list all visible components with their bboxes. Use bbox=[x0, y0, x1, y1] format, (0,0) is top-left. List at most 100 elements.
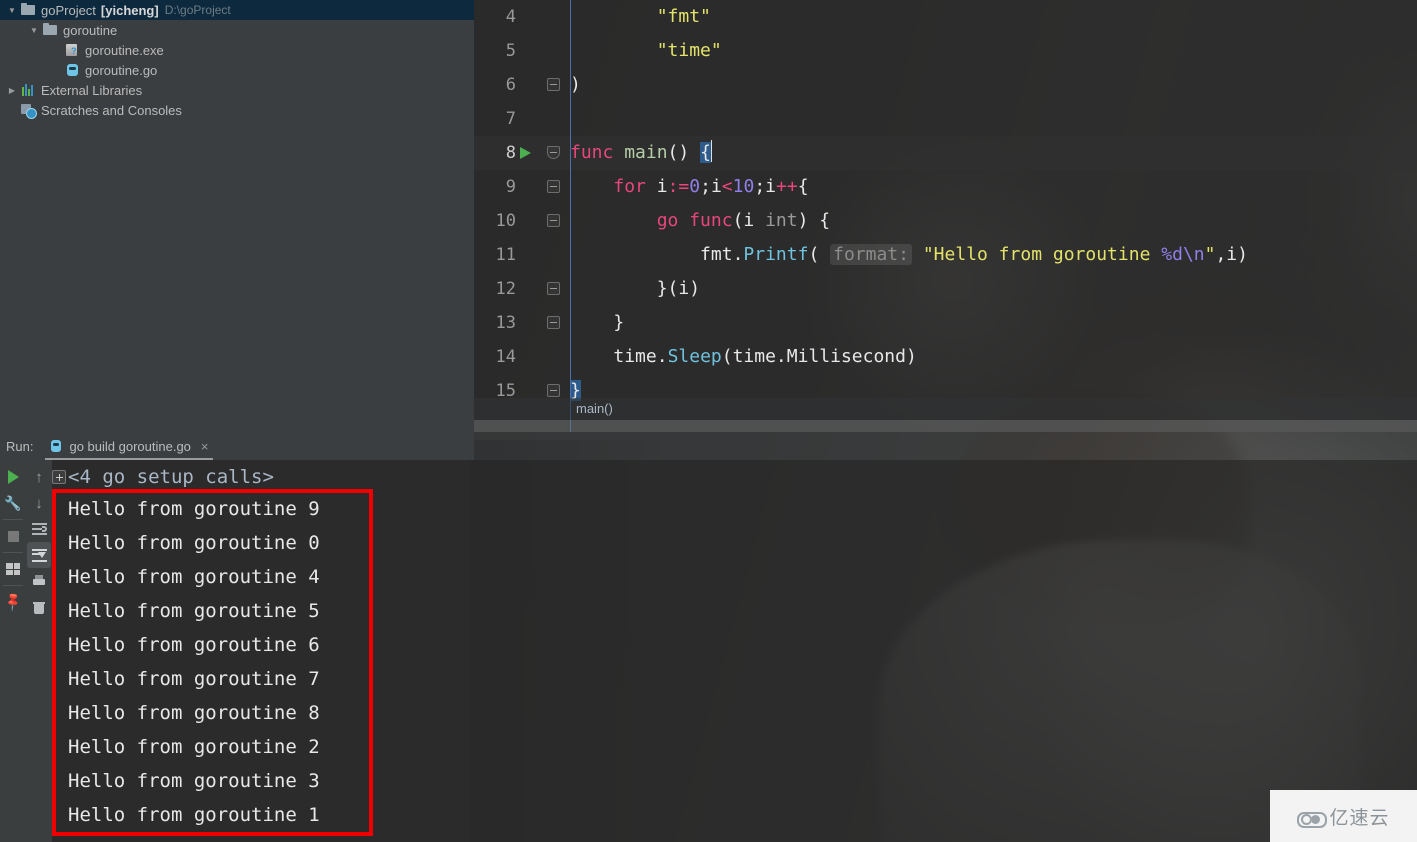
soft-wrap-button[interactable] bbox=[27, 516, 51, 542]
code-line[interactable]: 4 "fmt" bbox=[474, 0, 1417, 34]
layout-button[interactable] bbox=[1, 556, 25, 582]
code-fold-icon[interactable] bbox=[547, 384, 560, 397]
code-text: time.Sleep(time.Millisecond) bbox=[570, 340, 916, 374]
toolbar-divider bbox=[3, 519, 23, 520]
code-line[interactable]: 6) bbox=[474, 68, 1417, 102]
go-file-icon bbox=[49, 439, 63, 453]
code-token: < bbox=[721, 176, 733, 197]
code-fold-icon[interactable] bbox=[547, 180, 560, 193]
code-editor[interactable]: 4 "fmt" 5 "time" 6) 7 8 func main() {9 for i:… bbox=[474, 0, 1417, 432]
text-caret bbox=[710, 140, 712, 162]
code-line[interactable]: 13 } bbox=[474, 306, 1417, 340]
soft-wrap-icon bbox=[31, 523, 47, 535]
print-button[interactable] bbox=[27, 568, 51, 594]
line-number: 10 bbox=[495, 211, 516, 231]
clear-all-button[interactable] bbox=[27, 594, 51, 620]
code-token: } bbox=[613, 312, 625, 333]
code-token: func bbox=[570, 142, 625, 163]
console-line: Hello from goroutine 8 bbox=[68, 702, 320, 724]
expand-icon[interactable] bbox=[52, 470, 66, 484]
print-icon bbox=[32, 574, 46, 588]
run-toolbar: 🔧 📌 ↑ ↓ bbox=[0, 460, 52, 842]
code-fold-icon[interactable] bbox=[547, 214, 560, 227]
run-gutter-icon[interactable] bbox=[520, 147, 531, 159]
code-text: fmt.Printf( format: "Hello from goroutin… bbox=[570, 238, 1248, 272]
trash-icon bbox=[33, 601, 45, 614]
code-lines[interactable]: 4 "fmt" 5 "time" 6) 7 8 func main() {9 for i:… bbox=[474, 0, 1417, 408]
exe-file-icon bbox=[64, 42, 81, 58]
code-token: { bbox=[700, 142, 711, 163]
code-text: for i:=0;i<10;i++{ bbox=[570, 170, 809, 204]
code-fold-icon[interactable] bbox=[547, 146, 560, 159]
console-line: Hello from goroutine 6 bbox=[68, 634, 320, 656]
arrow-down-icon: ↓ bbox=[35, 494, 43, 512]
code-token: for bbox=[613, 176, 657, 197]
scroll-to-end-button[interactable] bbox=[27, 542, 51, 568]
code-line[interactable]: 5 "time" bbox=[474, 34, 1417, 68]
code-token: (i bbox=[732, 210, 766, 231]
code-fold-icon[interactable] bbox=[547, 282, 560, 295]
code-line[interactable]: 10 go func(i int) { bbox=[474, 204, 1417, 238]
code-token: { bbox=[797, 176, 809, 197]
code-token: go bbox=[656, 210, 690, 231]
chevron-down-icon[interactable]: ▼ bbox=[4, 2, 20, 18]
code-line[interactable]: 11 fmt.Printf( format: "Hello from gorou… bbox=[474, 238, 1417, 272]
run-label: Run: bbox=[6, 438, 34, 454]
folder-icon bbox=[20, 2, 37, 18]
breadcrumb[interactable]: main() bbox=[474, 398, 1417, 420]
code-line[interactable]: 9 for i:=0;i<10;i++{ bbox=[474, 170, 1417, 204]
arrow-up-icon: ↑ bbox=[35, 468, 43, 486]
tree-item-scratches-and-consoles[interactable]: ▼Scratches and Consoles bbox=[0, 100, 474, 120]
console-line: Hello from goroutine 3 bbox=[68, 770, 320, 792]
close-icon[interactable]: × bbox=[201, 439, 209, 454]
code-text: "time" bbox=[570, 34, 722, 68]
rerun-button[interactable] bbox=[1, 464, 25, 490]
indent-guide bbox=[570, 0, 571, 432]
code-fold-icon[interactable] bbox=[547, 78, 560, 91]
tree-item-goroutine-go[interactable]: ▼goroutine.go bbox=[0, 60, 474, 80]
down-button[interactable]: ↓ bbox=[27, 490, 51, 516]
code-token: %d bbox=[1161, 244, 1183, 265]
code-text: go func(i int) { bbox=[570, 204, 830, 238]
console-line: Hello from goroutine 1 bbox=[68, 804, 320, 826]
up-button[interactable]: ↑ bbox=[27, 464, 51, 490]
code-token: Sleep bbox=[667, 346, 722, 367]
pin-tab-button[interactable]: 📌 bbox=[1, 589, 25, 615]
go-file-icon bbox=[64, 62, 81, 78]
stop-button[interactable] bbox=[1, 523, 25, 549]
code-token: fmt bbox=[700, 244, 733, 265]
console-output[interactable]: <4 go setup calls> Hello from goroutine … bbox=[52, 460, 1417, 842]
code-line[interactable]: 14 time.Sleep(time.Millisecond) bbox=[474, 340, 1417, 374]
console-line: Hello from goroutine 0 bbox=[68, 532, 320, 554]
code-token: format: bbox=[830, 244, 912, 265]
wrench-icon: 🔧 bbox=[4, 494, 22, 511]
tree-item-label: goProject bbox=[41, 2, 96, 18]
run-tab[interactable]: go build goroutine.go × bbox=[45, 439, 213, 460]
code-line[interactable]: 7 bbox=[474, 102, 1417, 136]
code-text: }(i) bbox=[570, 272, 700, 306]
tree-item-goroutine[interactable]: ▼ goroutine bbox=[0, 20, 474, 40]
code-token: i bbox=[656, 176, 668, 197]
tree-item-external-libraries[interactable]: ▶ External Libraries bbox=[0, 80, 474, 100]
line-number: 14 bbox=[495, 347, 516, 367]
chevron-right-icon[interactable]: ▶ bbox=[4, 82, 20, 98]
tree-item-goroutine-exe[interactable]: ▼goroutine.exe bbox=[0, 40, 474, 60]
line-number: 12 bbox=[495, 279, 516, 299]
chevron-down-icon[interactable]: ▼ bbox=[26, 22, 42, 38]
code-token: int bbox=[765, 210, 798, 231]
settings-button[interactable]: 🔧 bbox=[1, 490, 25, 516]
code-line[interactable]: 12 }(i) bbox=[474, 272, 1417, 306]
tree-item-goproject[interactable]: ▼ goProject [yicheng] D:\goProject bbox=[0, 0, 474, 20]
setup-calls-line[interactable]: <4 go setup calls> bbox=[52, 462, 1417, 492]
tree-item-label: Scratches and Consoles bbox=[41, 102, 182, 118]
code-line[interactable]: 8 func main() { bbox=[474, 136, 1417, 170]
folder-icon bbox=[42, 22, 59, 38]
tree-item-path: D:\goProject bbox=[164, 3, 231, 17]
project-tool-window: ▼ goProject [yicheng] D:\goProject ▼ goroutin… bbox=[0, 0, 474, 432]
code-token: \n bbox=[1182, 244, 1205, 265]
run-toolbar-left-column: 🔧 📌 bbox=[0, 460, 26, 842]
line-number: 11 bbox=[495, 245, 516, 265]
code-fold-icon[interactable] bbox=[547, 316, 560, 329]
